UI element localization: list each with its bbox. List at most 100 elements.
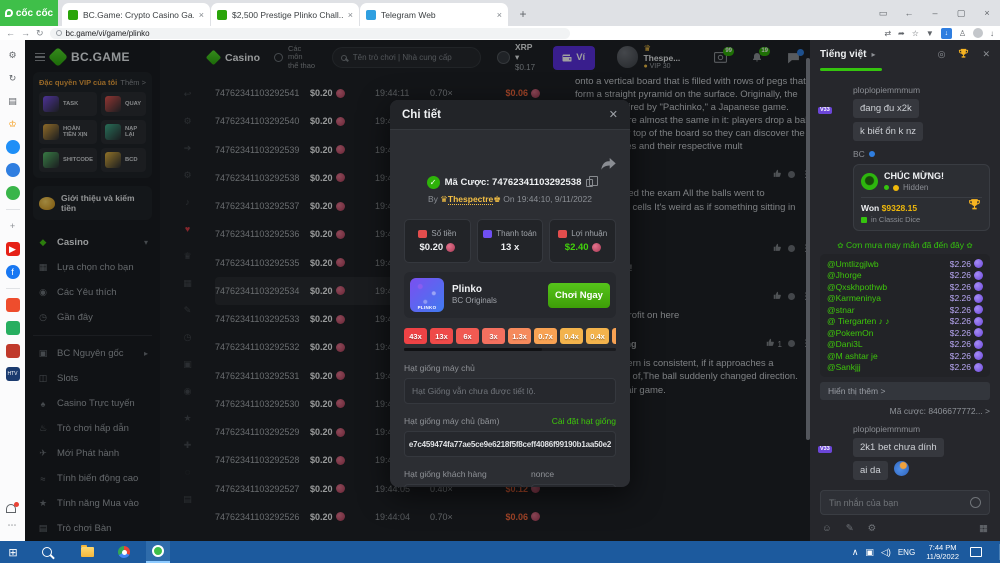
adblock-shield-icon[interactable]: ▼ [926,29,934,38]
back-to-app-icon[interactable]: ← [896,8,922,18]
downloads-icon[interactable]: ↓ [990,29,994,38]
keyboard-icon[interactable]: ▦ [979,523,988,534]
tab-title: Telegram Web [381,10,492,20]
action-center-icon[interactable] [970,547,982,557]
browser-tab[interactable]: $2,500 Prestige Plinko Chall...× [211,3,359,26]
winner-username[interactable]: @Dani3L [827,339,950,349]
coccoc-brand-logo[interactable]: cốc cốc [0,0,58,26]
news-feed-icon[interactable]: ▤ [6,94,20,108]
winner-username[interactable]: @stnar [827,305,950,315]
share-bet-icon[interactable] [601,158,616,170]
token-coin-icon [974,328,983,337]
forward-icon[interactable]: → [21,28,30,38]
tab-close-icon[interactable]: × [348,10,353,20]
games-icon[interactable] [6,186,20,200]
widget-icon[interactable] [6,163,20,177]
winner-username[interactable]: @M ashtar je [827,351,950,361]
won-amount: $9328.15 [882,203,917,213]
site-info-icon[interactable] [56,30,62,36]
shopee-icon[interactable] [6,298,20,312]
tab-close-icon[interactable]: × [199,10,204,20]
pip-icon[interactable]: ▭ [870,8,896,19]
settings-icon[interactable]: ⚙ [6,48,20,62]
chat-panel: Tiếng việt ▸ ◎ ✕ V33 ploplopiemmmum [810,40,1000,541]
chat-rules-icon[interactable]: ◎ [938,49,946,60]
add-shortcut-icon[interactable]: + [6,219,20,233]
chat-username[interactable]: ploplopiemmmum [853,424,990,434]
new-tab-button[interactable]: + [513,4,533,24]
maximize-button[interactable]: ▢ [948,8,974,19]
winner-username[interactable]: @Sankjjj [827,362,950,372]
translate-icon[interactable]: ⇄ [884,29,891,38]
send-icon[interactable] [970,497,981,508]
copy-icon[interactable] [586,179,593,187]
browser-tab[interactable]: BC.Game: Crypto Casino Ga...× [62,3,210,26]
facebook-icon[interactable]: f [6,265,20,279]
file-explorer-icon[interactable] [81,547,94,557]
client-seed-input[interactable]: AkiA4XKKPJMYeNb [404,484,523,487]
network-icon[interactable]: ▣ [865,547,874,558]
page-scrollbar[interactable] [806,58,810,440]
play-now-button[interactable]: Chơi Ngay [548,283,610,308]
youtube-icon[interactable]: ▶ [6,242,20,256]
stat-value: $2.40 [565,242,601,253]
minimize-button[interactable]: – [922,8,948,18]
seed-settings-link[interactable]: Cài đặt hạt giống [552,416,616,426]
screen: cốc cốc BC.Game: Crypto Casino Ga...×$2,… [0,0,1000,563]
bet-user-link[interactable]: Thespectre [448,194,493,205]
chat-language-selector[interactable]: Tiếng việt [820,49,867,60]
emoji-icon[interactable]: ☺ [822,523,832,534]
coccoc-taskbar-icon[interactable] [146,541,170,563]
multiplier-scrollbar[interactable] [404,348,616,351]
chat-settings-icon[interactable]: ⚙ [868,523,877,534]
contest-trophy-icon[interactable] [958,48,969,61]
tray-expand-icon[interactable]: ∧ [852,547,859,558]
game-card: Plinko BC Originals Chơi Ngay [404,272,616,318]
volume-icon[interactable]: ◁) [881,547,891,558]
browser-profile-avatar[interactable] [973,28,983,38]
nonce-input[interactable]: 643194 [531,484,616,487]
htv-icon[interactable]: HTV [6,367,20,381]
winner-username[interactable]: @Jhorge [827,270,950,280]
share-icon[interactable]: ➦ [898,29,905,38]
history-icon[interactable]: ↻ [6,71,20,85]
show-more-button[interactable]: Hiển thị thêm > [820,382,990,400]
start-button[interactable]: ⊞ [0,546,26,559]
notifications-bell-icon[interactable] [6,504,16,513]
chrome-icon[interactable] [118,546,130,558]
chat-input[interactable]: Tin nhắn của bạn [820,490,990,515]
chat-close-icon[interactable]: ✕ [982,49,990,60]
store-icon[interactable] [6,321,20,335]
winner-username[interactable]: @PokemOn [827,328,950,338]
bookmark-star-icon[interactable]: ☆ [912,29,919,38]
token-coin-icon [446,243,455,252]
modal-close-icon[interactable]: ✕ [609,108,618,121]
server-seed-hash-input[interactable]: e7c459474fa77ae5ce9e6218f5f8ceff4086f991… [404,431,616,457]
chat-username[interactable]: ploplopiemmmum [853,85,990,95]
win-announcement-card[interactable]: CHÚC MỪNG! Hidden Won $9328.15 in Classi… [853,164,990,231]
extension-icon[interactable]: ♙ [959,29,966,38]
close-button[interactable]: × [974,8,1000,18]
rail-more-icon[interactable]: ⋯ [8,520,18,531]
pencil-icon[interactable]: ✎ [846,523,854,534]
winner-username[interactable]: @ Tiergarten ♪ ♪ [827,316,950,326]
taskbar-clock[interactable]: 7:44 PM11/9/2022 [926,543,959,562]
back-icon[interactable]: ← [6,28,15,38]
browser-tab[interactable]: Telegram Web × [360,3,508,26]
winner-username[interactable]: @Karmeninya [827,293,950,303]
download-extension-icon[interactable]: ↓ [941,28,952,39]
language-indicator[interactable]: ENG [898,548,915,557]
leaf-icon[interactable] [6,344,20,358]
taskbar-search-icon[interactable] [42,547,52,557]
winner-username[interactable]: @Qxskhpothwb [827,282,950,292]
url-text: bc.game/vi/game/plinko [66,29,150,38]
winner-username[interactable]: @Umtlizgjlwb [827,259,950,269]
rewards-crown-icon[interactable]: ♔ [6,117,20,131]
url-box[interactable]: bc.game/vi/game/plinko [50,28,570,39]
multiplier-pill: 0.4x [586,328,609,344]
messenger-icon[interactable] [6,140,20,154]
bet-link[interactable]: Mã cược: 8406677772... > [820,406,990,416]
server-seed-input[interactable]: Hạt Giống vẫn chưa được tiết lộ. [404,378,616,404]
tab-close-icon[interactable]: × [497,10,502,20]
reload-icon[interactable]: ↻ [36,28,44,39]
